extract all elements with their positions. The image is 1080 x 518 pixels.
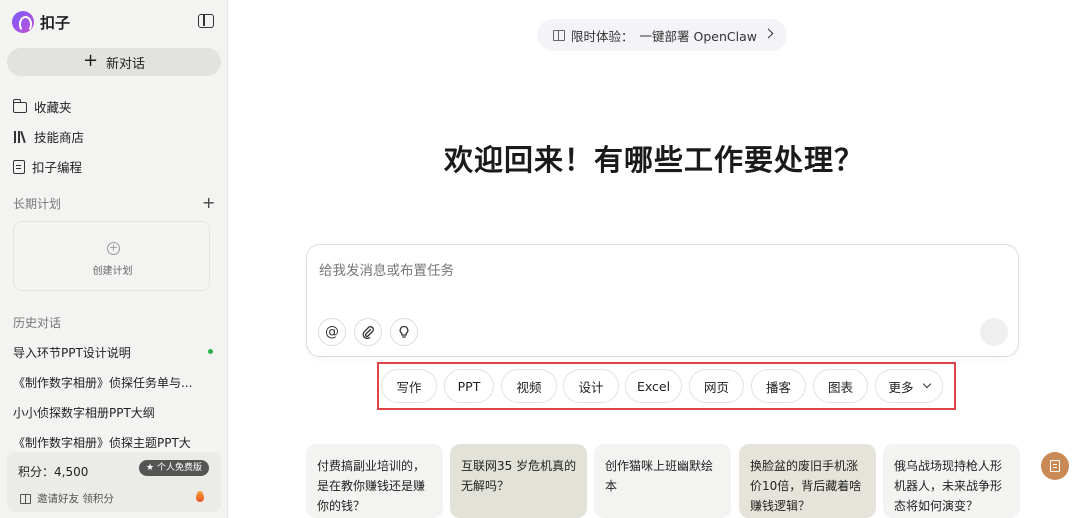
suggestion-card[interactable]: 付费搞副业培训的，是在教你赚钱还是赚你的钱？ bbox=[306, 444, 443, 518]
chevron-right-icon bbox=[763, 28, 774, 39]
invite-friends-link[interactable]: 邀请好友 领积分 bbox=[20, 491, 114, 506]
suggestion-card[interactable]: 创作猫咪上班幽默绘本 bbox=[594, 444, 731, 518]
sidebar-item-label: 收藏夹 bbox=[34, 100, 72, 115]
history-item[interactable]: 导入环节PPT设计说明 bbox=[13, 344, 208, 361]
mention-button[interactable]: @ bbox=[318, 318, 346, 346]
history-title: 历史对话 bbox=[13, 316, 62, 330]
sidebar-item-label: 技能商店 bbox=[34, 130, 85, 145]
new-chat-label: 新对话 bbox=[106, 56, 146, 72]
chat-input-card: @ bbox=[306, 244, 1019, 357]
plan-badge[interactable]: ★ 个人免费版 bbox=[139, 460, 209, 476]
promo-label: 限时体验： bbox=[571, 28, 634, 44]
message-input[interactable] bbox=[319, 259, 999, 299]
history-item[interactable]: 小小侦探数字相册PPT大纲 bbox=[13, 404, 208, 421]
at-icon: @ bbox=[325, 324, 339, 340]
points-card: 积分：4,500 ★ 个人免费版 邀请好友 领积分 bbox=[7, 452, 221, 512]
notes-float-button[interactable] bbox=[1041, 452, 1069, 480]
history-item[interactable]: 《制作数字相册》侦探主题PPT大 bbox=[13, 434, 208, 448]
chip-ppt[interactable]: PPT bbox=[444, 369, 494, 403]
promo-text: 一键部署 OpenClaw bbox=[639, 28, 757, 44]
lightbulb-icon bbox=[399, 325, 409, 338]
sidebar-item-coze-coding[interactable]: 扣子编程 bbox=[13, 157, 82, 176]
chevron-down-icon bbox=[922, 379, 931, 389]
active-dot-icon bbox=[208, 349, 213, 354]
plus-icon: + bbox=[82, 50, 99, 71]
invite-label: 邀请好友 领积分 bbox=[37, 493, 114, 505]
page-title: 欢迎回来！有哪些工作要处理？ bbox=[443, 143, 864, 177]
create-plan-button[interactable]: + 创建计划 bbox=[13, 221, 210, 291]
send-button[interactable] bbox=[980, 318, 1008, 346]
sidebar-toggle-icon[interactable] bbox=[198, 14, 214, 28]
chip-excel[interactable]: Excel bbox=[625, 369, 682, 403]
plus-circle-icon: + bbox=[107, 241, 120, 255]
points-balance: 积分：4,500 bbox=[18, 465, 89, 479]
add-plan-icon[interactable]: + bbox=[202, 193, 215, 212]
chip-design[interactable]: 设计 bbox=[563, 369, 619, 403]
plan-badge-label: 个人免费版 bbox=[156, 463, 202, 473]
brand[interactable]: 扣子 bbox=[12, 11, 70, 33]
attach-button[interactable] bbox=[354, 318, 382, 346]
chip-chart[interactable]: 图表 bbox=[813, 369, 868, 403]
suggestion-card[interactable]: 换脸盆的废旧手机涨价10倍，背后藏着啥赚钱逻辑？ bbox=[739, 444, 876, 518]
suggestion-card[interactable]: 俄乌战场现持枪人形机器人，未来战争形态将如何演变？ bbox=[883, 444, 1020, 518]
code-doc-icon bbox=[13, 159, 25, 174]
chip-more[interactable]: 更多 bbox=[875, 369, 943, 403]
brand-name: 扣子 bbox=[40, 13, 71, 32]
coze-logo-icon bbox=[12, 11, 34, 33]
history-item[interactable]: 《制作数字相册》侦探任务单与... bbox=[13, 374, 208, 391]
folder-icon bbox=[12, 99, 27, 113]
sidebar-item-label: 扣子编程 bbox=[32, 160, 83, 175]
sidebar: 扣子 + 新对话 收藏夹 技能商店 扣子编程 长期计划 + + 创建计划 历史对… bbox=[0, 0, 228, 518]
chip-writing[interactable]: 写作 bbox=[381, 369, 437, 403]
chip-more-label: 更多 bbox=[888, 379, 914, 395]
gift-icon bbox=[553, 29, 565, 41]
document-icon bbox=[1050, 460, 1060, 472]
flame-icon bbox=[196, 491, 204, 502]
sidebar-item-skill-store[interactable]: 技能商店 bbox=[13, 127, 84, 146]
books-icon bbox=[13, 130, 27, 144]
long-term-plan-title: 长期计划 bbox=[13, 197, 62, 211]
sidebar-item-favorites[interactable]: 收藏夹 bbox=[12, 97, 72, 116]
promo-banner[interactable]: 限时体验： 一键部署 OpenClaw bbox=[537, 19, 787, 51]
chip-webpage[interactable]: 网页 bbox=[689, 369, 744, 403]
chip-video[interactable]: 视频 bbox=[501, 369, 557, 403]
create-plan-label: 创建计划 bbox=[92, 266, 133, 277]
chip-podcast[interactable]: 播客 bbox=[751, 369, 806, 403]
gift-icon bbox=[20, 493, 31, 504]
new-chat-button[interactable]: + 新对话 bbox=[7, 48, 221, 76]
suggestion-card[interactable]: 互联网35 岁危机真的无解吗？ bbox=[450, 444, 587, 518]
paperclip-icon bbox=[362, 326, 374, 339]
idea-button[interactable] bbox=[390, 318, 418, 346]
